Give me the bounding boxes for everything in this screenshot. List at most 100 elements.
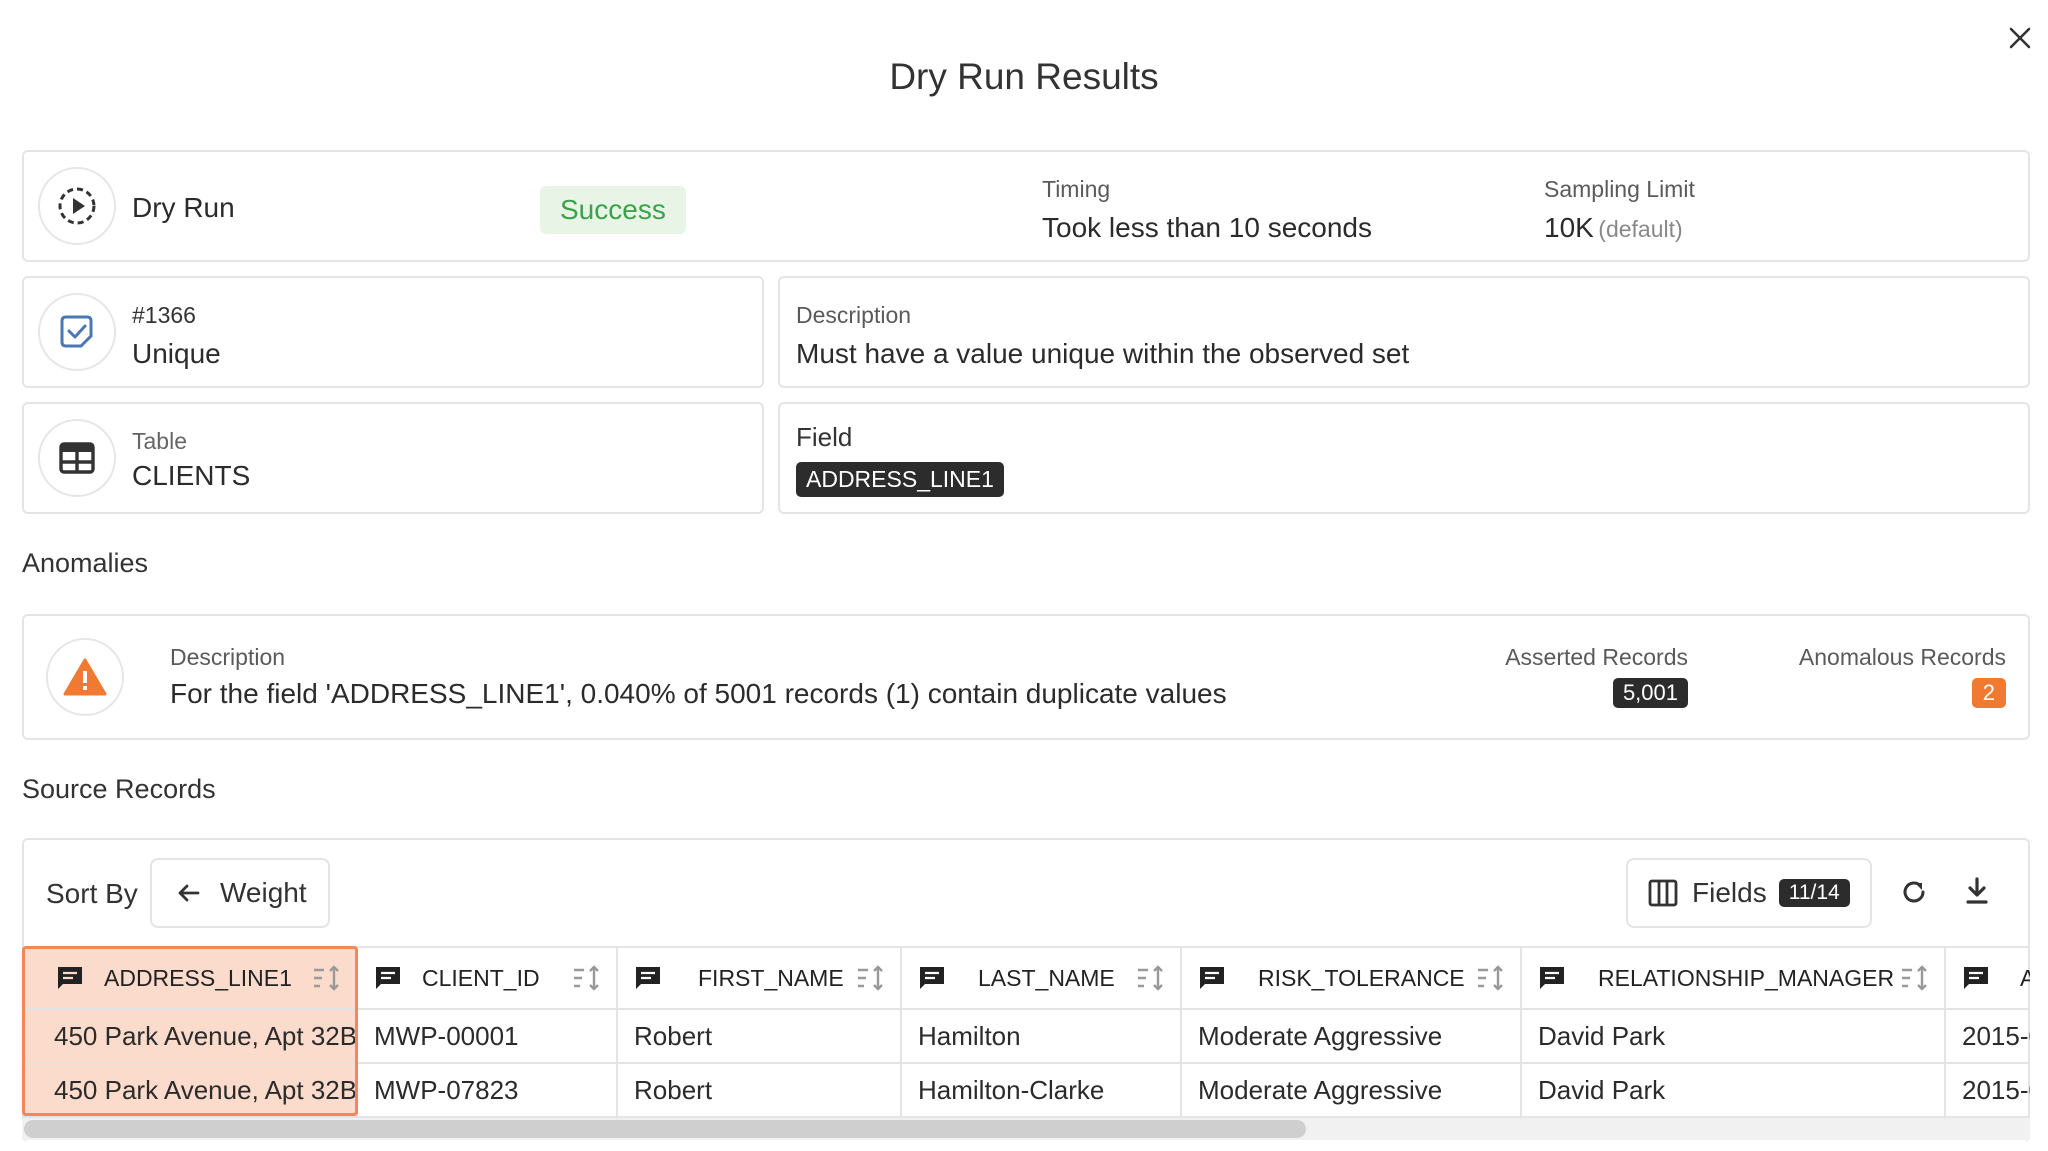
timing-value: Took less than 10 seconds bbox=[1042, 212, 1372, 243]
col-header-truncated[interactable]: A bbox=[1946, 948, 2030, 1010]
sort-icon[interactable] bbox=[1476, 964, 1506, 992]
timing-label: Timing bbox=[1042, 176, 1111, 202]
horizontal-scrollbar-thumb[interactable] bbox=[24, 1120, 1306, 1138]
cell-client-id: MWP-07823 bbox=[358, 1064, 618, 1118]
table-icon-circle bbox=[38, 419, 116, 497]
cell-address-line1: 450 Park Avenue, Apt 32B bbox=[22, 1010, 358, 1064]
cell-client-id: MWP-00001 bbox=[358, 1010, 618, 1064]
sampling-limit-number: 10K bbox=[1544, 212, 1594, 243]
cell-address-line1: 450 Park Avenue, Apt 32B bbox=[22, 1064, 358, 1118]
sampling-limit-value: 10K (default) bbox=[1544, 212, 1683, 244]
dry-run-label: Dry Run bbox=[132, 192, 235, 223]
sort-icon[interactable] bbox=[1136, 964, 1166, 992]
arrow-left-icon bbox=[178, 884, 200, 902]
anomalous-records-wrap: 2 bbox=[1971, 678, 2006, 708]
anomalies-title: Anomalies bbox=[22, 548, 149, 578]
col-header-label: ADDRESS_LINE1 bbox=[104, 964, 292, 991]
sort-by-label: Sort By bbox=[46, 878, 138, 909]
comment-icon bbox=[58, 967, 82, 989]
comment-icon bbox=[1964, 967, 1988, 989]
grid-header-row: ADDRESS_LINE1 CLIENT_ID FIRST_NAME LAST_… bbox=[22, 948, 2030, 1010]
table-name: CLIENTS bbox=[132, 460, 251, 491]
check-icon-circle bbox=[38, 293, 116, 371]
records-grid: ADDRESS_LINE1 CLIENT_ID FIRST_NAME LAST_… bbox=[22, 946, 2030, 1142]
table-card: Table CLIENTS bbox=[22, 402, 764, 514]
check-card: #1366 Unique bbox=[22, 276, 764, 388]
cell-first-name: Robert bbox=[618, 1010, 902, 1064]
warning-icon bbox=[63, 658, 107, 696]
col-header-last-name[interactable]: LAST_NAME bbox=[902, 948, 1182, 1010]
col-header-label: A bbox=[2020, 965, 2030, 992]
asserted-records-badge: 5,001 bbox=[1612, 678, 1688, 708]
col-header-label: RISK_TOLERANCE bbox=[1258, 964, 1465, 991]
comment-icon bbox=[920, 967, 944, 989]
anomaly-card: Description For the field 'ADDRESS_LINE1… bbox=[22, 614, 2030, 740]
anomaly-icon-circle bbox=[46, 638, 124, 716]
sort-icon[interactable] bbox=[856, 964, 886, 992]
col-header-first-name[interactable]: FIRST_NAME bbox=[618, 948, 902, 1010]
col-header-label: RELATIONSHIP_MANAGER bbox=[1598, 964, 1895, 991]
sort-icon[interactable] bbox=[1900, 964, 1930, 992]
cell-relationship-manager: David Park bbox=[1522, 1010, 1946, 1064]
col-header-label: LAST_NAME bbox=[978, 964, 1115, 991]
table-row[interactable]: 450 Park Avenue, Apt 32B MWP-00001 Rober… bbox=[22, 1010, 2030, 1064]
fields-button[interactable]: Fields 11/14 bbox=[1626, 858, 1872, 928]
cell-relationship-manager: David Park bbox=[1522, 1064, 1946, 1118]
fields-label: Fields bbox=[1692, 877, 1767, 908]
columns-icon bbox=[1648, 879, 1678, 907]
cell-first-name: Robert bbox=[618, 1064, 902, 1118]
sampling-limit-note: (default) bbox=[1598, 216, 1683, 242]
sort-value: Weight bbox=[220, 877, 307, 908]
field-card: Field ADDRESS_LINE1 bbox=[778, 402, 2030, 514]
field-chip: ADDRESS_LINE1 bbox=[796, 462, 1004, 497]
check-description: Must have a value unique within the obse… bbox=[796, 338, 1410, 369]
col-header-relationship-manager[interactable]: RELATIONSHIP_MANAGER bbox=[1522, 948, 1946, 1010]
play-circle-icon bbox=[58, 187, 96, 225]
check-description-card: Description Must have a value unique wit… bbox=[778, 276, 2030, 388]
cell-risk-tolerance: Moderate Aggressive bbox=[1182, 1010, 1522, 1064]
sort-icon[interactable] bbox=[312, 964, 342, 992]
cell-truncated: 2015-0 bbox=[1946, 1064, 2030, 1118]
comment-icon bbox=[636, 967, 660, 989]
close-button[interactable] bbox=[2000, 18, 2040, 58]
sort-weight-button[interactable]: Weight bbox=[150, 858, 330, 928]
close-icon bbox=[2009, 27, 2031, 49]
col-header-client-id[interactable]: CLIENT_ID bbox=[358, 948, 618, 1010]
field-label: Field bbox=[796, 422, 853, 452]
cell-risk-tolerance: Moderate Aggressive bbox=[1182, 1064, 1522, 1118]
source-records-title: Source Records bbox=[22, 774, 216, 804]
sort-icon[interactable] bbox=[572, 964, 602, 992]
download-icon bbox=[1966, 877, 1988, 904]
asserted-records-label: Asserted Records bbox=[1505, 644, 1688, 670]
col-header-address-line1[interactable]: ADDRESS_LINE1 bbox=[22, 948, 358, 1010]
check-description-label: Description bbox=[796, 302, 912, 328]
sampling-limit-label: Sampling Limit bbox=[1544, 176, 1695, 202]
col-header-risk-tolerance[interactable]: RISK_TOLERANCE bbox=[1182, 948, 1522, 1010]
anomalous-records-badge: 2 bbox=[1971, 678, 2006, 708]
fields-count-badge: 11/14 bbox=[1778, 879, 1850, 907]
table-icon bbox=[59, 442, 95, 474]
table-label: Table bbox=[132, 428, 187, 454]
cell-last-name: Hamilton-Clarke bbox=[902, 1064, 1182, 1118]
table-row[interactable]: 450 Park Avenue, Apt 32B MWP-07823 Rober… bbox=[22, 1064, 2030, 1118]
comment-icon bbox=[376, 967, 400, 989]
cell-last-name: Hamilton bbox=[902, 1010, 1182, 1064]
status-badge: Success bbox=[540, 186, 686, 234]
anomaly-description: For the field 'ADDRESS_LINE1', 0.040% of… bbox=[170, 678, 1227, 709]
col-header-label: CLIENT_ID bbox=[422, 964, 540, 991]
field-chip-wrap: ADDRESS_LINE1 bbox=[796, 462, 1004, 497]
modal-title: Dry Run Results bbox=[889, 56, 1159, 97]
check-name: Unique bbox=[132, 338, 221, 369]
check-id: #1366 bbox=[132, 302, 196, 328]
refresh-button[interactable] bbox=[1900, 878, 1932, 910]
refresh-icon bbox=[1903, 881, 1925, 903]
col-header-label: FIRST_NAME bbox=[698, 964, 844, 991]
cell-truncated: 2015-0 bbox=[1946, 1010, 2030, 1064]
dry-run-icon-circle bbox=[38, 167, 116, 245]
asserted-records-wrap: 5,001 bbox=[1612, 678, 1688, 708]
anomalous-records-label: Anomalous Records bbox=[1798, 644, 2006, 670]
dry-run-summary-card: Dry Run Success Timing Took less than 10… bbox=[22, 150, 2030, 262]
comment-icon bbox=[1540, 967, 1564, 989]
download-button[interactable] bbox=[1964, 876, 1996, 908]
anomaly-description-label: Description bbox=[170, 644, 286, 670]
